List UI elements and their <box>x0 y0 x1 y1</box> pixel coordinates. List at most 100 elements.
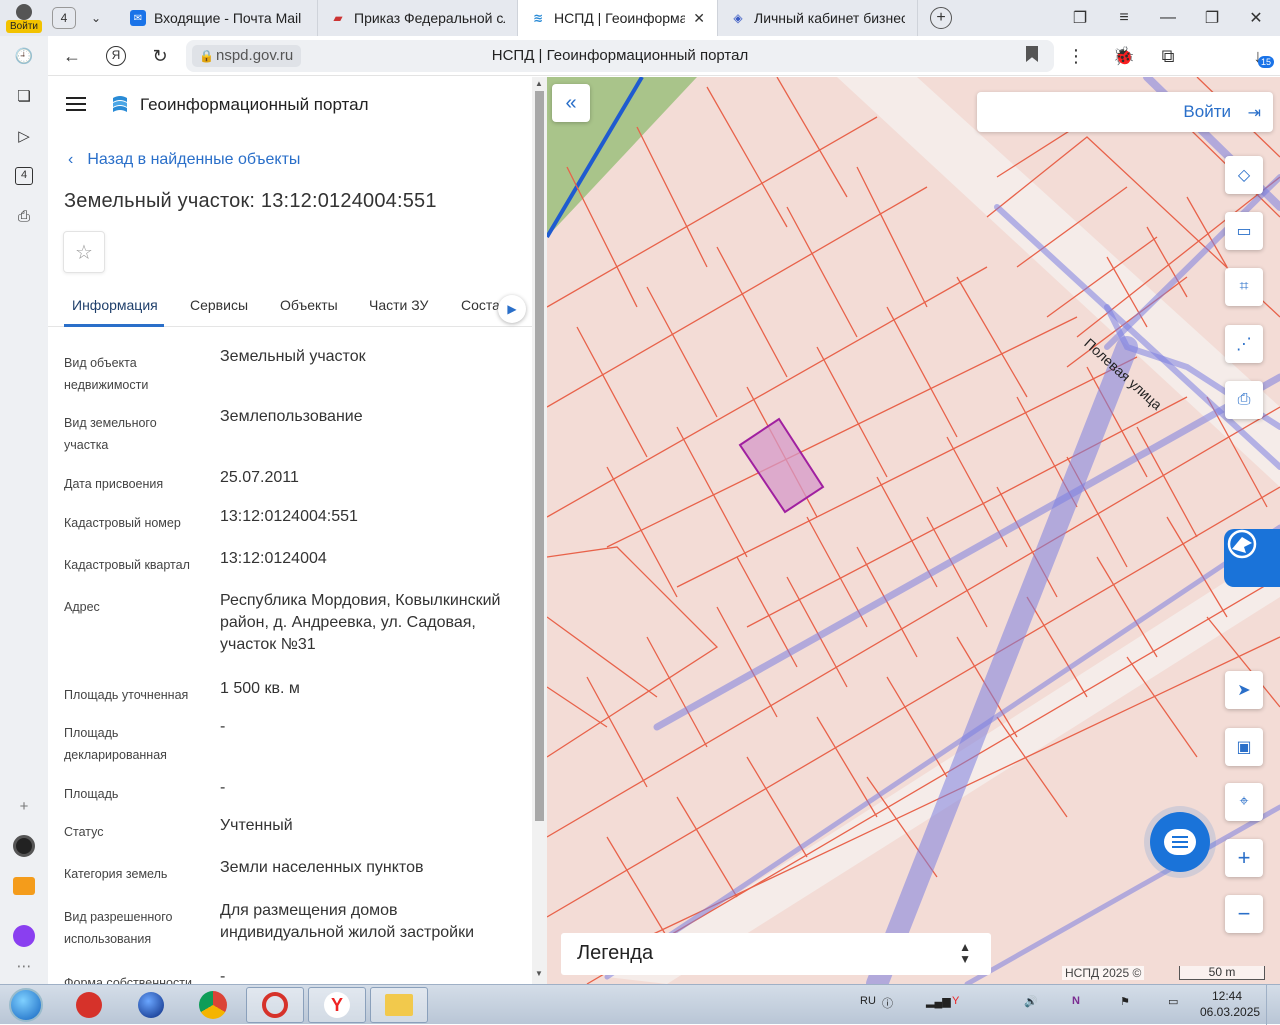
scroll-up-arrow-icon[interactable]: ▲ <box>535 79 543 88</box>
tab-objects[interactable]: Объекты <box>280 297 338 313</box>
address-bar-row: ← Я ↻ 🔒 nspd.gov.ru НСПД | Геоинформацио… <box>48 36 1280 76</box>
start-button[interactable] <box>0 987 52 1023</box>
tab-mail[interactable]: ✉ Входящие - Почта Mail <box>118 0 318 36</box>
onenote-icon[interactable]: N <box>1072 995 1080 1007</box>
profile-avatar-icon <box>16 4 32 20</box>
chevron-down-icon[interactable]: ⌄ <box>86 8 106 28</box>
favorite-star-icon[interactable]: ☆ <box>63 231 105 273</box>
scroll-down-arrow-icon[interactable]: ▼ <box>535 969 543 978</box>
chrome-icon[interactable] <box>184 987 242 1023</box>
layers-icon[interactable]: ◇ <box>1225 156 1263 194</box>
collapse-panel-icon[interactable]: « <box>552 84 590 122</box>
address-field[interactable]: 🔒 nspd.gov.ru НСПД | Геоинформационный п… <box>186 40 1054 72</box>
close-tab-icon[interactable]: ✕ <box>693 10 705 27</box>
map-view[interactable]: Полевая улица « Войти ⇥ ◇ ▭ ⌗ ⋰ ⎙ ➤ ▣ ⌖ … <box>547 77 1280 984</box>
tab-label: НСПД | Геоинформаци <box>554 10 685 26</box>
app-c-icon[interactable] <box>246 987 304 1023</box>
zoom-out-button[interactable]: − <box>1225 895 1263 933</box>
play-icon[interactable]: ▷ <box>10 122 38 150</box>
tab-composition[interactable]: Соста <box>461 297 500 313</box>
tab-label: Личный кабинет бизнес-с <box>754 10 905 26</box>
browser-tab-bar: Войти 4 ⌄ ✉ Входящие - Почта Mail ▰ Прик… <box>0 0 1280 36</box>
network-icon[interactable]: ▭ <box>1168 995 1178 1008</box>
downloads-badge: 15 <box>1258 56 1274 68</box>
flag-tray-icon[interactable]: ⚑ <box>1120 995 1130 1008</box>
collections-icon[interactable]: ❐ <box>1058 0 1102 36</box>
mail-icon: ✉ <box>130 10 146 26</box>
selected-parcel <box>738 417 825 514</box>
collections-icon[interactable]: ❏ <box>10 82 38 110</box>
area-select-icon[interactable]: ⌗ <box>1225 268 1263 306</box>
assistant-app-icon[interactable] <box>10 922 38 950</box>
tab-order[interactable]: ▰ Приказ Федеральной слу <box>318 0 518 36</box>
geolocation-icon[interactable]: ➤ <box>1225 671 1263 709</box>
hamburger-menu-icon[interactable] <box>66 97 86 111</box>
minimize-button[interactable]: — <box>1146 0 1190 36</box>
login-button[interactable]: Войти ⇥ <box>977 92 1273 132</box>
expand-legend-icon[interactable]: ▲ ▼ <box>959 941 971 965</box>
new-tab-button[interactable]: + <box>930 7 952 29</box>
rosreestr-logo-icon <box>1227 529 1257 559</box>
tab-label: Входящие - Почта Mail <box>154 10 302 26</box>
signal-icon[interactable]: ▂▄▆ <box>926 995 951 1008</box>
screenshot-icon[interactable]: ⎙ <box>10 202 38 230</box>
panel-scrollbar[interactable]: ▲ ▼ <box>532 77 547 984</box>
minimap-icon[interactable]: ▣ <box>1225 728 1263 766</box>
scrollbar-thumb[interactable] <box>535 91 544 821</box>
tab-cabinet[interactable]: ◈ Личный кабинет бизнес-с <box>718 0 918 36</box>
share-icon[interactable]: ⋰ <box>1225 325 1263 363</box>
yandex-icon[interactable]: Я <box>102 42 130 70</box>
tabs-counter-icon[interactable]: 4 <box>10 162 38 190</box>
tab-nspd[interactable]: ≋ НСПД | Геоинформаци ✕ <box>518 0 718 36</box>
reload-icon[interactable]: ↻ <box>146 42 174 70</box>
menu-icon[interactable]: ≡ <box>1102 0 1146 36</box>
volume-icon[interactable]: 🔊 <box>1024 995 1038 1008</box>
print-icon[interactable]: ⎙ <box>1225 381 1263 419</box>
profile-button[interactable]: Войти <box>4 2 44 34</box>
mail-app-icon[interactable] <box>10 872 38 900</box>
history-icon[interactable]: 🕘 <box>10 42 38 70</box>
yandex-browser-icon[interactable]: Y <box>308 987 366 1023</box>
alice-app-icon[interactable] <box>10 832 38 860</box>
profile-login-badge: Войти <box>6 20 42 33</box>
tab-parts[interactable]: Части ЗУ <box>369 297 428 313</box>
search-location-icon[interactable]: ⌖ <box>1225 783 1263 821</box>
flag-icon: ▰ <box>333 11 343 25</box>
tab-information[interactable]: Информация <box>72 297 158 313</box>
file-explorer-icon[interactable] <box>370 987 428 1023</box>
clock-date: 06.03.2025 <box>1200 1005 1261 1019</box>
rosreestr-widget-icon[interactable] <box>1224 529 1280 587</box>
more-vertical-icon[interactable]: ⋮ <box>1062 42 1090 70</box>
yandex-tray-icon[interactable]: Y <box>952 995 959 1007</box>
translate-icon[interactable]: ⧉ <box>1154 42 1182 70</box>
extension-icon[interactable]: 🐞 <box>1110 42 1138 70</box>
restore-button[interactable]: ❐ <box>1190 0 1234 36</box>
clock-time: 12:44 <box>1212 989 1243 1003</box>
cube-icon: ◈ <box>733 11 743 25</box>
object-tabs: Информация Сервисы Объекты Части ЗУ Сост… <box>48 287 532 327</box>
login-arrow-icon: ⇥ <box>1247 105 1261 122</box>
back-arrow-icon[interactable]: ← <box>58 42 86 70</box>
back-to-results-link[interactable]: ‹ Назад в найденные объекты <box>68 151 300 169</box>
downloads-icon[interactable]: ↓ 15 <box>1244 42 1274 70</box>
show-desktop-button[interactable] <box>1266 985 1280 1025</box>
tab-services[interactable]: Сервисы <box>190 297 248 313</box>
add-icon[interactable]: + <box>10 792 38 820</box>
chat-icon <box>1164 829 1196 855</box>
zoom-in-button[interactable]: + <box>1225 839 1263 877</box>
windows-taskbar: Y RU ⓘ ▂▄▆ Y 🔊 N ⚑ ▭ 12:44 06.03.2025 <box>0 984 1280 1025</box>
tab-label: Приказ Федеральной слу <box>354 10 505 26</box>
road-band <box>607 547 1280 984</box>
chat-button[interactable] <box>1150 812 1210 872</box>
app-sphere-icon[interactable] <box>122 987 180 1023</box>
tab-counter-button[interactable]: 4 <box>52 7 76 29</box>
ruler-icon[interactable]: ▭ <box>1225 212 1263 250</box>
legend-panel[interactable]: Легенда ▲ ▼ <box>561 933 991 975</box>
more-icon[interactable]: ⋯ <box>10 952 38 980</box>
tabs-scroll-right-icon[interactable]: ▶ <box>498 295 526 323</box>
app-shield-icon[interactable] <box>60 987 118 1023</box>
help-icon[interactable]: ⓘ <box>882 995 893 1011</box>
close-window-button[interactable]: ✕ <box>1234 0 1278 36</box>
language-indicator[interactable]: RU <box>860 995 876 1007</box>
portal-logo-icon <box>113 96 127 112</box>
